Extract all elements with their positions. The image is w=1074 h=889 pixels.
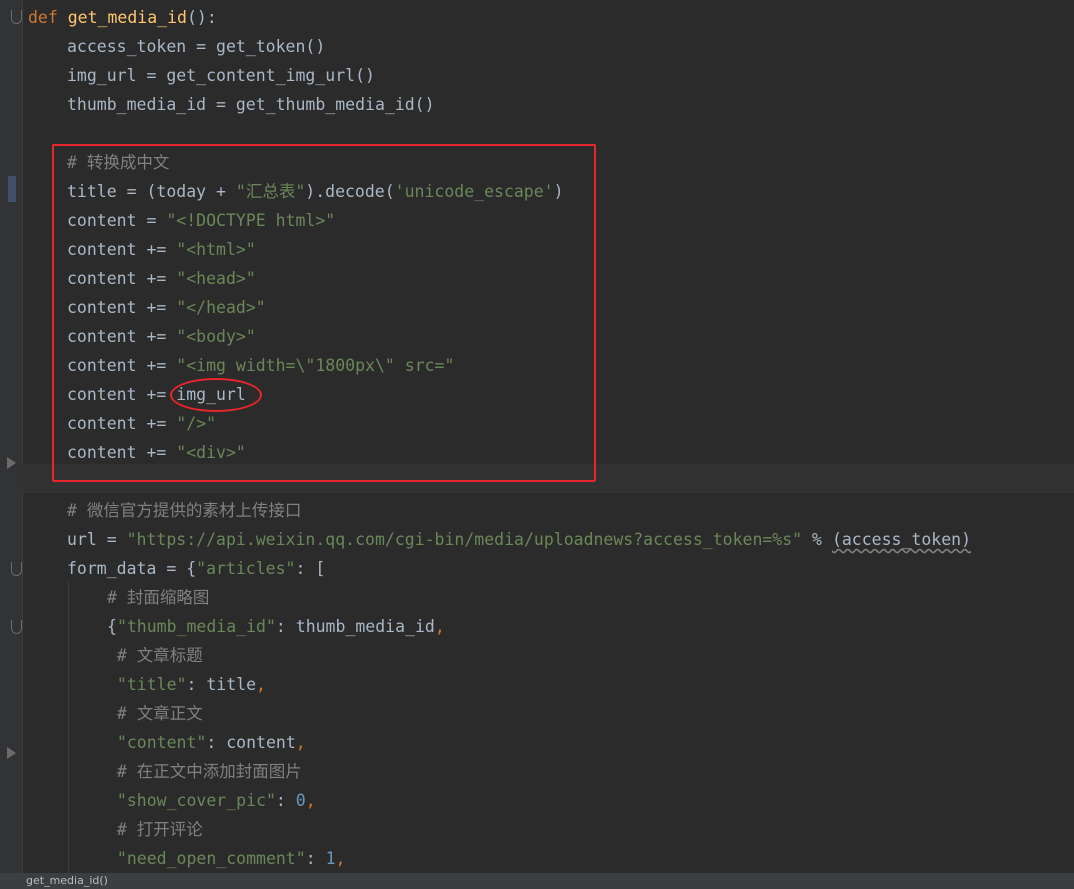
code-token: : [ — [295, 559, 326, 578]
code-token: , — [434, 617, 445, 636]
annotation-box — [52, 144, 596, 482]
indent-guide — [68, 580, 69, 873]
code-token: # 打开评论 — [107, 820, 203, 839]
code-token: , — [335, 849, 346, 868]
code-line[interactable]: # 打开评论 — [107, 815, 203, 844]
code-token: : content — [206, 733, 296, 752]
code-token: get_media_id — [67, 8, 187, 27]
code-token: "title" — [107, 675, 187, 694]
code-line[interactable]: access_token = get_token() — [67, 32, 325, 61]
code-token: # 文章正文 — [107, 704, 203, 723]
annotation-ellipse — [170, 378, 262, 412]
code-token: "show_cover_pic" — [107, 791, 276, 810]
code-token: : — [275, 791, 296, 810]
status-bar: get_media_id() — [0, 873, 1074, 889]
code-line[interactable]: def get_media_id(): — [28, 3, 217, 32]
code-token: # 文章标题 — [107, 646, 203, 665]
code-line[interactable]: img_url = get_content_img_url() — [67, 61, 375, 90]
code-line[interactable]: "title": title, — [107, 670, 266, 699]
change-marker — [8, 176, 16, 202]
code-token: 0 — [295, 791, 306, 810]
code-line[interactable]: "show_cover_pic": 0, — [107, 786, 316, 815]
code-token: : — [305, 849, 326, 868]
code-line[interactable]: "need_open_comment": 1, — [107, 844, 346, 873]
code-token: , — [305, 791, 316, 810]
code-token: def — [28, 8, 68, 27]
code-token: # 封面缩略图 — [107, 588, 210, 607]
code-token: 1 — [325, 849, 336, 868]
code-token: : title — [186, 675, 257, 694]
code-token: : thumb_media_id — [275, 617, 435, 636]
code-token: , — [295, 733, 306, 752]
code-token: "content" — [107, 733, 207, 752]
code-token: # 在正文中添加封面图片 — [107, 762, 302, 781]
fold-collapsed-icon[interactable] — [7, 747, 16, 759]
code-token: "https://api.weixin.qq.com/cgi-bin/media… — [126, 530, 803, 549]
code-line[interactable]: # 微信官方提供的素材上传接口 — [67, 496, 301, 525]
code-token: url = — [67, 530, 127, 549]
fold-collapsed-icon[interactable] — [7, 457, 16, 469]
editor-gutter — [0, 0, 23, 873]
fold-toggle-icon[interactable] — [11, 10, 22, 24]
code-line[interactable]: # 文章标题 — [107, 641, 203, 670]
code-line[interactable]: # 文章正文 — [107, 699, 203, 728]
code-line[interactable]: # 在正文中添加封面图片 — [107, 757, 302, 786]
code-token: "thumb_media_id" — [116, 617, 276, 636]
code-token: { — [107, 617, 117, 636]
code-token: img_url = get_content_img_url() — [67, 66, 375, 85]
fold-toggle-icon[interactable] — [11, 620, 22, 634]
code-token: (): — [186, 8, 217, 27]
code-line[interactable]: form_data = {"articles": [ — [67, 554, 325, 583]
code-token: "need_open_comment" — [107, 849, 306, 868]
code-line[interactable]: "content": content, — [107, 728, 306, 757]
fold-toggle-icon[interactable] — [11, 562, 22, 576]
code-token: thumb_media_id = get_thumb_media_id() — [67, 95, 435, 114]
breadcrumb[interactable]: get_media_id() — [26, 874, 108, 887]
code-token: form_data = { — [67, 559, 197, 578]
code-token: , — [256, 675, 266, 694]
code-line[interactable]: {"thumb_media_id": thumb_media_id, — [107, 612, 445, 641]
code-token: % — [802, 530, 832, 549]
code-line[interactable]: url = "https://api.weixin.qq.com/cgi-bin… — [67, 525, 971, 554]
code-token: (access_token) — [831, 530, 972, 549]
code-line[interactable]: thumb_media_id = get_thumb_media_id() — [67, 90, 435, 119]
code-token: # 微信官方提供的素材上传接口 — [67, 501, 302, 520]
code-line[interactable]: # 封面缩略图 — [107, 583, 209, 612]
code-token: access_token = get_token() — [67, 37, 326, 56]
code-token: "articles" — [196, 559, 296, 578]
